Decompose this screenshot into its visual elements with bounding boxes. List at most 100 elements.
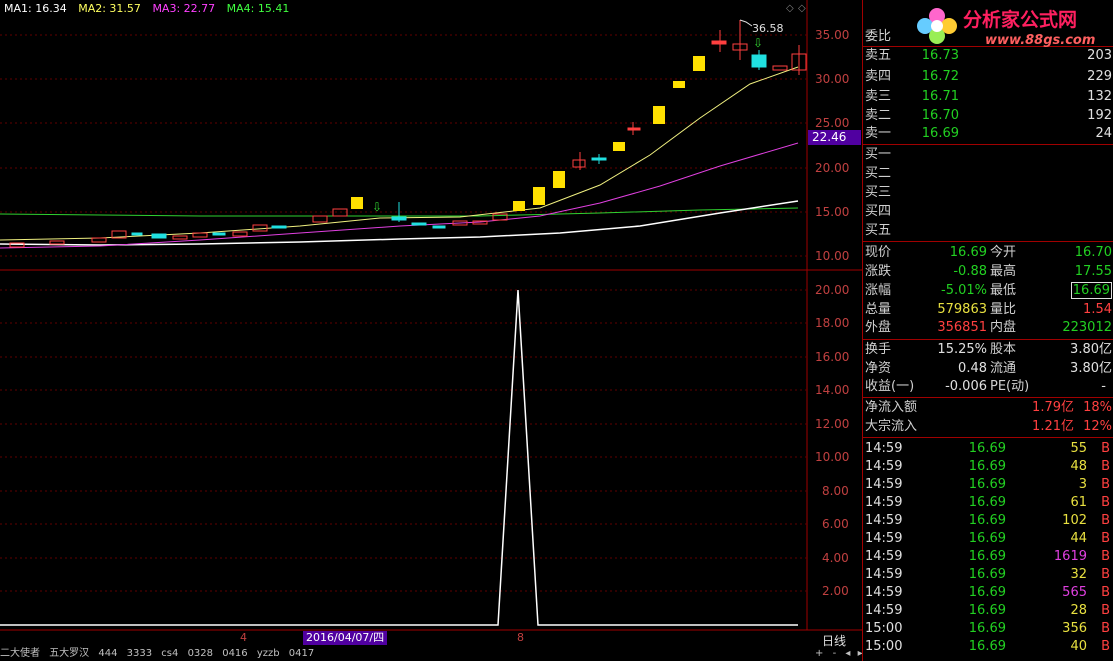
price-tick: 35.00 <box>815 28 850 42</box>
fund-label: 收益(一) <box>865 379 915 394</box>
volume-tick: 2.00 <box>822 584 849 598</box>
weibi-label: 委比 <box>865 29 892 44</box>
price-tick: 15.00 <box>815 205 850 219</box>
scroll-left-button[interactable]: ◂ <box>845 648 850 659</box>
volume-tick: 10.00 <box>815 450 850 464</box>
flower-logo-icon <box>917 8 957 44</box>
price-tick: 10.00 <box>815 249 850 263</box>
tick-price: 16.69 <box>968 459 1006 474</box>
formula-tab[interactable]: yzzb <box>257 648 280 659</box>
fund-row: 净资 0.48 流通 3.80亿 <box>863 360 1113 378</box>
formula-tab-bar: 二大使者 五大罗汉 444 3333 cs4 0328 0416 yzzb 04… <box>0 647 862 661</box>
ask-volume: 24 <box>1095 126 1112 141</box>
flow-label: 大宗流入 <box>865 419 918 434</box>
quote-label: 涨跌 <box>865 264 892 279</box>
zoom-out-button[interactable]: - <box>833 648 837 659</box>
ask-volume: 229 <box>1087 69 1112 84</box>
formula-tab[interactable]: 444 <box>98 648 117 659</box>
bid-row: 买二 <box>863 165 1113 183</box>
price-chart[interactable]: ⇩ ⇩ 36.58 ◇ ◇ <box>0 0 862 661</box>
cursor-date-tag: 2016/04/07/四 <box>303 631 388 645</box>
ask-volume: 203 <box>1087 48 1112 63</box>
svg-text:⇩: ⇩ <box>753 36 763 50</box>
ask-price: 16.70 <box>921 108 959 123</box>
fund-label: 流通 <box>990 361 1017 376</box>
formula-tab[interactable]: 二大使者 <box>0 648 40 659</box>
ask-row: 卖四 16.72 229 <box>863 68 1113 86</box>
tick-direction: B <box>1101 495 1110 510</box>
tick-price: 16.69 <box>968 513 1006 528</box>
ask-price: 16.73 <box>921 48 959 63</box>
bid-row: 买一 <box>863 146 1113 164</box>
quote-value: 17.55 <box>1074 264 1112 279</box>
formula-tab[interactable]: 五大罗汉 <box>49 648 89 659</box>
candles: ⇩ ⇩ <box>9 19 807 248</box>
quote-value: 1.54 <box>1083 302 1112 317</box>
ask-row: 卖三 16.71 132 <box>863 88 1113 106</box>
fund-label: 股本 <box>990 342 1017 357</box>
price-grid <box>0 34 807 257</box>
bid-label: 买四 <box>865 204 892 219</box>
tick-direction: B <box>1101 567 1110 582</box>
tick-time: 14:59 <box>865 603 903 618</box>
quote-value: -0.88 <box>953 264 987 279</box>
svg-text:⇩: ⇩ <box>372 200 382 214</box>
tick-volume: 32 <box>1070 567 1087 582</box>
tick-price: 16.69 <box>968 621 1006 636</box>
ask-price: 16.72 <box>921 69 959 84</box>
tick-time: 15:00 <box>865 621 903 636</box>
tick-direction: B <box>1101 621 1110 636</box>
logo-url: www.88gs.com <box>985 33 1095 48</box>
tick-volume: 61 <box>1070 495 1087 510</box>
tick-row: 14:59 16.69 102 B <box>863 512 1113 530</box>
quote-value: 356851 <box>937 320 987 335</box>
formula-tab[interactable]: 0417 <box>289 648 314 659</box>
tick-direction: B <box>1101 531 1110 546</box>
tick-volume: 40 <box>1070 639 1087 654</box>
quote-value: 16.70 <box>1074 245 1112 260</box>
tick-direction: B <box>1101 603 1110 618</box>
tick-time: 14:59 <box>865 531 903 546</box>
bid-label: 买三 <box>865 185 892 200</box>
fund-value: 15.25% <box>937 342 987 357</box>
tick-price: 16.69 <box>968 441 1006 456</box>
bid-row: 买四 <box>863 203 1113 221</box>
formula-tab[interactable]: 0416 <box>222 648 247 659</box>
quote-value: 16.69 <box>1070 282 1112 299</box>
tick-volume: 55 <box>1070 441 1087 456</box>
formula-tab[interactable]: 0328 <box>188 648 213 659</box>
ma4-label: MA4: 15.41 <box>226 2 290 15</box>
tick-price: 16.69 <box>968 531 1006 546</box>
zoom-in-button[interactable]: + <box>815 648 823 659</box>
date-tick: 4 <box>240 631 247 644</box>
bid-row: 买三 <box>863 184 1113 202</box>
close-diamond-icon[interactable]: ◇ <box>798 3 806 14</box>
flow-row: 大宗流入 1.21亿 12% <box>863 418 1113 436</box>
flow-percent: 18% <box>1083 400 1112 415</box>
quote-row: 现价 16.69 今开 16.70 <box>863 244 1113 262</box>
tick-volume: 48 <box>1070 459 1087 474</box>
tick-price: 16.69 <box>968 495 1006 510</box>
quote-value: 16.69 <box>949 245 987 260</box>
tick-row: 15:00 16.69 40 B <box>863 638 1113 656</box>
settings-diamond-icon[interactable]: ◇ <box>786 3 794 14</box>
tick-price: 16.69 <box>968 639 1006 654</box>
current-price-tag: 22.46 <box>808 130 861 145</box>
tick-time: 14:59 <box>865 477 903 492</box>
formula-tab[interactable]: 3333 <box>127 648 152 659</box>
tick-time: 14:59 <box>865 513 903 528</box>
formula-tab[interactable]: cs4 <box>161 648 178 659</box>
tick-row: 14:59 16.69 28 B <box>863 602 1113 620</box>
quote-label: 现价 <box>865 245 892 260</box>
fund-label: 净资 <box>865 361 892 376</box>
tick-time: 14:59 <box>865 441 903 456</box>
fund-row: 收益(一) -0.006 PE(动) - <box>863 378 1113 396</box>
quote-label: 量比 <box>990 302 1017 317</box>
tick-direction: B <box>1101 585 1110 600</box>
ma2-label: MA2: 31.57 <box>78 2 141 15</box>
flow-value: 1.79亿 <box>1032 400 1074 415</box>
tick-row: 14:59 16.69 61 B <box>863 494 1113 512</box>
quote-panel: 委比 卖五 16.73 203 卖四 16.72 229 卖三 16.71 13… <box>862 0 1113 661</box>
ma-legend: MA1: 16.34 MA2: 31.57 MA3: 22.77 MA4: 15… <box>4 2 297 15</box>
tick-direction: B <box>1101 549 1110 564</box>
